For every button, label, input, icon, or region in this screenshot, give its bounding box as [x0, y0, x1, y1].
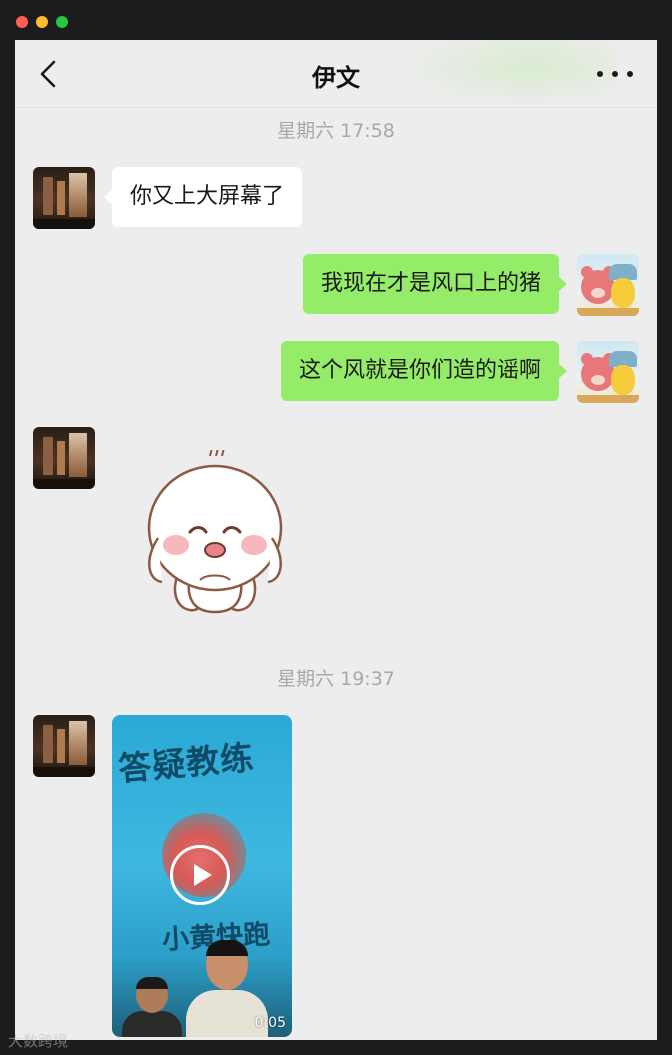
more-dots-icon — [627, 71, 633, 77]
chat-screen: 伊文 星期六 17:58 你又上大屏幕了 我现在才是风口上的猪 这个风就是你们造… — [15, 40, 657, 1040]
window-zoom-button[interactable] — [56, 16, 68, 28]
watermark: 大数跨境 — [8, 1032, 69, 1050]
play-icon[interactable] — [170, 845, 230, 905]
window-minimize-button[interactable] — [36, 16, 48, 28]
contact-avatar[interactable] — [33, 167, 95, 229]
window-close-button[interactable] — [16, 16, 28, 28]
video-message[interactable]: 答疑教练 小黄快跑 0:05 — [112, 715, 292, 1037]
incoming-message-bubble[interactable]: 你又上大屏幕了 — [103, 167, 303, 227]
cute-bunny-sticker-icon — [147, 447, 283, 614]
chat-title: 伊文 — [312, 64, 360, 92]
video-person — [122, 977, 182, 1037]
window-titlebar — [0, 0, 672, 40]
more-options-button[interactable] — [597, 64, 633, 84]
avatar-image — [33, 715, 95, 777]
outgoing-message-bubble[interactable]: 这个风就是你们造的谣啊 — [280, 341, 568, 401]
contact-avatar[interactable] — [33, 427, 95, 489]
my-avatar[interactable] — [577, 254, 639, 316]
message-timestamp: 星期六 19:37 — [277, 668, 395, 690]
avatar-image — [577, 254, 639, 316]
video-duration: 0:05 — [254, 1015, 286, 1031]
more-dots-icon — [597, 71, 603, 77]
avatar-image — [577, 341, 639, 403]
my-avatar[interactable] — [577, 341, 639, 403]
message-timestamp: 星期六 17:58 — [277, 120, 395, 142]
outgoing-message-bubble[interactable]: 我现在才是风口上的猪 — [302, 254, 568, 314]
avatar-image — [33, 167, 95, 229]
contact-avatar[interactable] — [33, 715, 95, 777]
chat-header: 伊文 — [15, 40, 657, 108]
sticker-message[interactable] — [140, 447, 290, 615]
video-title-text: 答疑教练 — [116, 737, 256, 789]
more-dots-icon — [612, 71, 618, 77]
avatar-image — [33, 427, 95, 489]
